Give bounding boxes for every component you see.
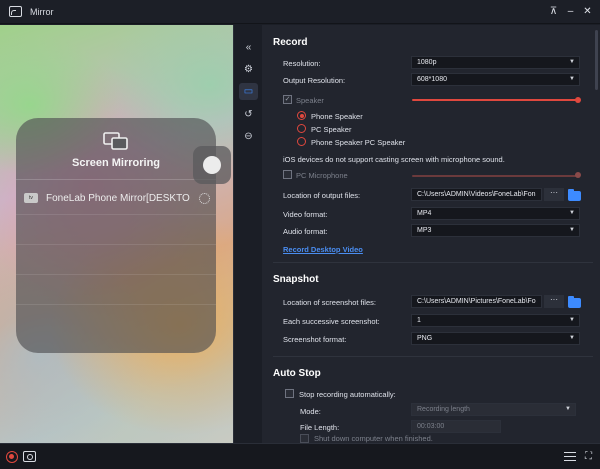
- audio-format-label: Audio format:: [283, 227, 328, 236]
- radio-pc-speaker[interactable]: [297, 124, 306, 133]
- side-nav: « ⚙ ▭ ↺ ⊖: [233, 25, 262, 443]
- minus-circle-icon[interactable]: ⊖: [239, 128, 258, 145]
- chevron-down-icon: ▼: [569, 227, 575, 233]
- divider: [16, 244, 216, 245]
- audio-format-value: MP3: [417, 227, 432, 234]
- mirror-device-item[interactable]: tv FoneLab Phone Mirror[DESKTO: [24, 190, 214, 206]
- record-section-title: Record: [273, 37, 308, 48]
- ios-microphone-note: iOS devices do not support casting scree…: [283, 155, 505, 164]
- loading-spinner-icon: [199, 192, 210, 204]
- output-files-path[interactable]: C:\Users\ADMIN\Videos\FoneLab\Fon: [411, 188, 542, 201]
- stop-automatically-checkbox[interactable]: [285, 389, 294, 398]
- microphone-volume-slider[interactable]: [412, 175, 578, 177]
- minimize-icon[interactable]: –: [564, 5, 577, 18]
- output-resolution-label: Output Resolution:: [283, 76, 346, 85]
- audio-format-select[interactable]: MP3 ▼: [411, 224, 580, 237]
- screen-mirroring-panel: Screen Mirroring tv FoneLab Phone Mirror…: [16, 118, 216, 353]
- section-divider: [273, 262, 593, 263]
- resolution-select[interactable]: 1080p ▼: [411, 56, 580, 69]
- chevron-down-icon: ▼: [569, 335, 575, 341]
- shutdown-label: Shut down computer when finished.: [314, 434, 433, 443]
- phone-screen-preview: Screen Mirroring tv FoneLab Phone Mirror…: [0, 25, 233, 443]
- screenshot-format-select[interactable]: PNG ▼: [411, 332, 580, 345]
- apple-tv-icon: tv: [24, 193, 38, 203]
- video-format-select[interactable]: MP4 ▼: [411, 207, 580, 220]
- record-button[interactable]: [6, 451, 18, 463]
- screenshot-files-label: Location of screenshot files:: [283, 298, 376, 307]
- list-icon[interactable]: [564, 452, 576, 461]
- phone-and-pc-speaker-label: Phone Speaker PC Speaker: [311, 138, 406, 147]
- camera-icon[interactable]: [23, 451, 36, 462]
- speaker-label: Speaker: [296, 96, 324, 105]
- screenshot-format-value: PNG: [417, 335, 433, 342]
- screenshot-files-more-button[interactable]: ···: [544, 295, 564, 308]
- mode-select[interactable]: Recording length ▼: [411, 403, 576, 416]
- divider: [16, 304, 216, 305]
- phone-speaker-label: Phone Speaker: [311, 112, 363, 121]
- successive-screenshot-value: 1: [417, 317, 421, 324]
- screen-mirroring-icon: [103, 132, 128, 150]
- mode-value: Recording length: [417, 406, 470, 413]
- divider: [16, 274, 216, 275]
- chevron-down-icon: ▼: [569, 210, 575, 216]
- mode-label: Mode:: [300, 407, 321, 416]
- pc-speaker-label: PC Speaker: [311, 125, 352, 134]
- settings-panel: Record Resolution: 1080p ▼ Output Resolu…: [262, 25, 600, 443]
- resolution-label: Resolution:: [283, 59, 321, 68]
- fullscreen-icon[interactable]: ⛶: [583, 451, 594, 462]
- screenshot-format-label: Screenshot format:: [283, 335, 347, 344]
- divider: [16, 214, 216, 215]
- output-resolution-value: 608*1080: [417, 76, 447, 83]
- record-video-icon[interactable]: ▭: [239, 83, 258, 100]
- successive-screenshot-label: Each successive screenshot:: [283, 317, 380, 326]
- bottom-toolbar: ⛶: [0, 443, 600, 469]
- snapshot-section-title: Snapshot: [273, 274, 319, 285]
- history-icon[interactable]: ↺: [239, 106, 258, 123]
- speaker-volume-slider[interactable]: [412, 99, 578, 101]
- cast-app-icon: [9, 6, 22, 17]
- speaker-checkbox[interactable]: ✓: [283, 95, 292, 104]
- chevron-down-icon: ▼: [569, 76, 575, 82]
- collapse-icon[interactable]: «: [239, 39, 258, 56]
- successive-screenshot-select[interactable]: 1 ▼: [411, 314, 580, 327]
- radio-phone-speaker[interactable]: [297, 111, 306, 120]
- microphone-volume-knob[interactable]: [575, 172, 581, 178]
- title-bar: Mirror ⊼ – ✕: [0, 0, 600, 24]
- assistive-touch-button[interactable]: [193, 146, 231, 184]
- video-format-value: MP4: [417, 210, 432, 217]
- speaker-volume-knob[interactable]: [575, 97, 581, 103]
- close-icon[interactable]: ✕: [581, 5, 594, 18]
- radio-phone-and-pc-speaker[interactable]: [297, 137, 306, 146]
- file-length-label: File Length:: [300, 423, 340, 432]
- resolution-value: 1080p: [417, 59, 437, 66]
- pin-icon[interactable]: ⊼: [547, 5, 560, 18]
- gear-icon[interactable]: ⚙: [239, 61, 258, 78]
- output-resolution-select[interactable]: 608*1080 ▼: [411, 73, 580, 86]
- chevron-down-icon: ▼: [569, 59, 575, 65]
- stop-automatically-label: Stop recording automatically:: [299, 390, 396, 399]
- output-folder-icon[interactable]: [568, 189, 581, 201]
- screenshot-files-path[interactable]: C:\Users\ADMIN\Pictures\FoneLab\Fo: [411, 295, 542, 308]
- divider: [16, 179, 216, 180]
- file-length-input[interactable]: 00:03:00: [411, 420, 501, 433]
- output-files-label: Location of output files:: [283, 191, 361, 200]
- device-name: FoneLab Phone Mirror[DESKTO: [46, 192, 190, 204]
- auto-stop-section-title: Auto Stop: [273, 368, 321, 379]
- screen-mirroring-title: Screen Mirroring: [71, 157, 161, 169]
- window-title: Mirror: [30, 6, 54, 17]
- record-desktop-video-link[interactable]: Record Desktop Video: [283, 245, 363, 254]
- shutdown-checkbox[interactable]: [300, 434, 309, 443]
- chevron-down-icon: ▼: [565, 406, 571, 412]
- section-divider: [273, 356, 593, 357]
- output-files-more-button[interactable]: ···: [544, 188, 564, 201]
- pc-microphone-label: PC Microphone: [296, 171, 348, 180]
- video-format-label: Video format:: [283, 210, 328, 219]
- chevron-down-icon: ▼: [569, 317, 575, 323]
- window-controls: ⊼ – ✕: [547, 5, 594, 18]
- screenshot-folder-icon[interactable]: [568, 296, 581, 308]
- scrollbar[interactable]: [595, 30, 598, 90]
- pc-microphone-checkbox[interactable]: [283, 170, 292, 179]
